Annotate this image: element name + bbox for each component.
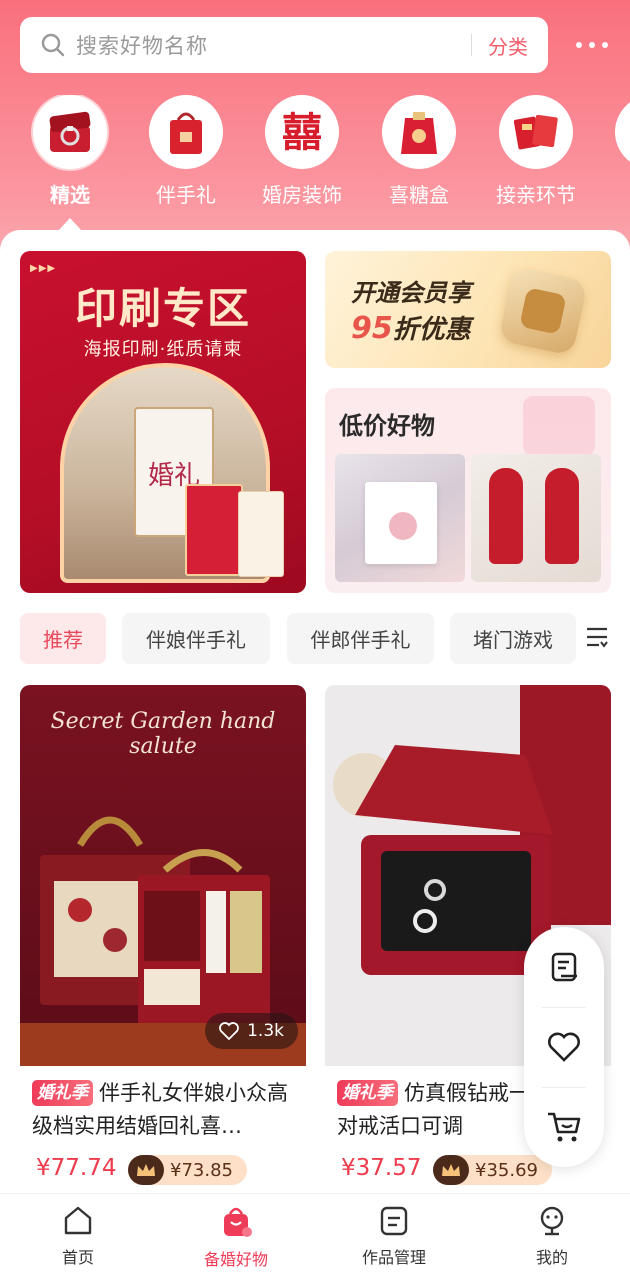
search-divider — [471, 34, 472, 56]
search-placeholder: 搜索好物名称 — [76, 34, 208, 58]
cart-button[interactable] — [524, 1087, 604, 1167]
invitation-product-image[interactable] — [335, 454, 465, 582]
category-label: 婚房装饰 — [262, 183, 342, 207]
vip-membership-banner[interactable]: 开通会员享 95折优惠 — [325, 251, 611, 368]
double-happiness-icon: 囍 — [265, 95, 339, 169]
likes-badge[interactable]: 1.3k — [205, 1013, 298, 1049]
search-icon — [41, 33, 65, 57]
envelope-icon — [499, 95, 573, 169]
product-name: 婚礼季 伴手礼女伴娘小众高级档实用结婚回礼喜… — [32, 1077, 300, 1143]
wedding-item-icon — [615, 95, 630, 169]
cheap-goods-banner[interactable]: 低价好物 — [325, 388, 611, 593]
nav-wedding-goods[interactable]: 备婚好物 — [176, 1204, 296, 1270]
crown-icon — [433, 1155, 469, 1185]
more-options-button[interactable] — [572, 30, 612, 60]
ribbon-image — [389, 512, 417, 540]
dot-icon — [602, 42, 608, 48]
crown-icon — [128, 1155, 164, 1185]
vip-discount-suffix: 折优惠 — [392, 315, 471, 345]
nav-home[interactable]: 首页 — [18, 1204, 138, 1268]
profile-icon — [540, 1206, 564, 1236]
door-hanger-image — [545, 468, 579, 564]
tab-bridesmaid-gift[interactable]: 伴娘伴手礼 — [122, 613, 270, 664]
nav-label: 作品管理 — [361, 1248, 426, 1267]
category-item-more[interactable]: 婚 — [597, 95, 630, 208]
shopping-cart-icon — [548, 1112, 581, 1142]
wedding-season-tag: 婚礼季 — [337, 1080, 398, 1106]
tab-recommended[interactable]: 推荐 — [20, 613, 106, 664]
category-label: 伴手礼 — [156, 183, 216, 207]
category-label: 喜糖盒 — [389, 183, 449, 207]
order-list-button[interactable] — [524, 927, 604, 1007]
vip-banner-line1: 开通会员享 — [351, 279, 471, 307]
dot-icon — [589, 42, 595, 48]
vip-banner-line2: 95折优惠 — [351, 309, 471, 346]
floating-action-bar — [524, 927, 604, 1167]
search-bar[interactable]: 搜索好物名称 分类 — [20, 17, 548, 73]
product-card[interactable]: Secret Garden hand salute 1.3k 婚礼季 伴手礼女伴娘… — [20, 685, 306, 1205]
product-image-caption: Secret Garden hand salute — [50, 709, 276, 759]
nav-profile[interactable]: 我的 — [492, 1204, 612, 1268]
category-strip: 精选 伴手礼 囍 婚房装饰 喜糖盒 接亲环节 — [0, 95, 630, 215]
category-label: 精选 — [50, 183, 90, 207]
vip-discount-number: 95 — [351, 311, 393, 346]
tab-groomsman-gift[interactable]: 伴郎伴手礼 — [287, 613, 434, 664]
shopping-bag-icon — [224, 1207, 252, 1237]
works-icon — [380, 1206, 408, 1236]
vip-price: ¥73.85 — [170, 1159, 233, 1181]
print-banner-subtitle: 海报印刷·纸质请柬 — [83, 339, 243, 360]
door-hanger-product-image[interactable] — [471, 454, 601, 582]
heart-icon — [548, 1032, 580, 1062]
door-hanger-image — [489, 468, 523, 564]
nav-works[interactable]: 作品管理 — [334, 1204, 454, 1268]
dot-icon — [576, 42, 582, 48]
candy-box-icon — [382, 95, 456, 169]
bottom-navigation: 首页 备婚好物 作品管理 我的 — [0, 1193, 630, 1280]
print-banner-title: 印刷专区 — [74, 284, 251, 333]
likes-count: 1.3k — [247, 1021, 284, 1041]
category-item-featured[interactable]: 精选 — [15, 95, 125, 208]
vip-price-badge: ¥73.85 — [128, 1155, 247, 1185]
category-item-pickup[interactable]: 接亲环节 — [481, 95, 591, 208]
gift-bag-icon — [149, 95, 223, 169]
category-item-gift[interactable]: 伴手礼 — [131, 95, 241, 208]
filter-tabs: 推荐 伴娘伴手礼 伴郎伴手礼 堵门游戏 — [20, 613, 610, 664]
wedding-season-tag: 婚礼季 — [32, 1080, 93, 1106]
tab-door-game[interactable]: 堵门游戏 — [450, 613, 576, 664]
home-icon — [64, 1206, 92, 1235]
category-label: 接亲环节 — [496, 183, 576, 207]
nav-label: 首页 — [61, 1248, 94, 1267]
favorites-button[interactable] — [524, 1007, 604, 1087]
print-zone-banner[interactable]: ▶▶▶ 印刷专区 海报印刷·纸质请柬 婚礼 — [20, 251, 306, 593]
invitation-insert-image — [238, 491, 284, 577]
shopping-bag-decor-icon — [523, 396, 595, 456]
nav-label: 我的 — [535, 1248, 568, 1267]
category-item-decor[interactable]: 囍 婚房装饰 — [247, 95, 357, 208]
category-item-candy-box[interactable]: 喜糖盒 — [364, 95, 474, 208]
arrow-decor-icon: ▶▶▶ — [30, 263, 57, 274]
heart-icon — [219, 1022, 239, 1040]
svg-text:囍: 囍 — [282, 110, 322, 156]
invitation-card-image — [185, 484, 243, 576]
category-link[interactable]: 分类 — [488, 31, 528, 60]
document-icon — [551, 952, 577, 982]
cheap-banner-title: 低价好物 — [339, 412, 435, 440]
active-category-indicator — [58, 218, 82, 231]
product-price: ¥77.74 — [36, 1155, 117, 1181]
filter-menu-icon[interactable] — [585, 625, 609, 649]
nav-label: 备婚好物 — [203, 1250, 268, 1269]
product-price: ¥37.57 — [341, 1155, 422, 1181]
ring-box-icon — [33, 95, 107, 169]
